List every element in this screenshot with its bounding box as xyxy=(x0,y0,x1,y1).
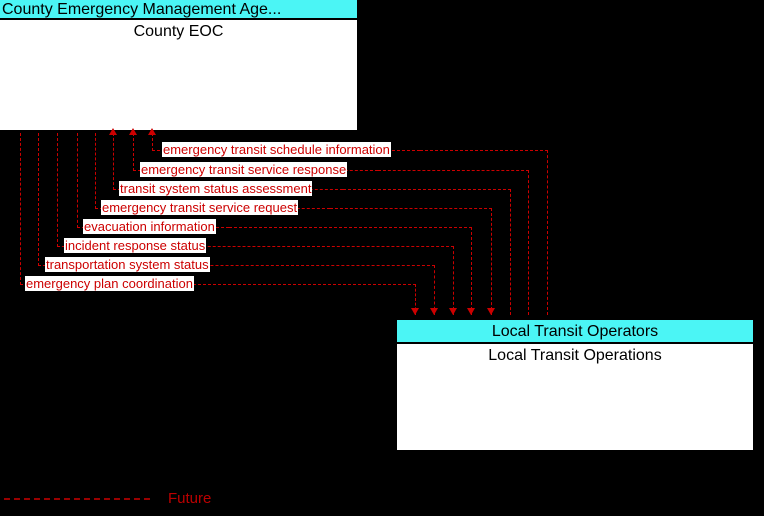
flow-arrow-4-down-icon xyxy=(487,308,495,315)
entity-box-county-eoc[interactable]: County Emergency Management Age... Count… xyxy=(0,0,357,130)
flow-segment-1-left-riser xyxy=(152,133,153,151)
diagram-canvas: County Emergency Management Age... Count… xyxy=(0,0,764,516)
flow-segment-4-horizontal-right xyxy=(330,208,492,209)
legend: Future xyxy=(0,488,764,514)
flow-label-incident-response-status[interactable]: incident response status xyxy=(64,238,207,253)
flow-label-emergency-plan-coordination[interactable]: emergency plan coordination xyxy=(25,276,194,291)
legend-dashed-line-icon xyxy=(4,498,150,500)
flow-segment-4-right-drop xyxy=(491,208,492,315)
entity-element-local-transit: Local Transit Operations xyxy=(488,347,662,364)
flow-segment-6-right-drop xyxy=(453,246,454,315)
flow-arrow-8-down-icon xyxy=(411,308,419,315)
flow-label-emergency-transit-service-request[interactable]: emergency transit service request xyxy=(101,200,299,215)
flow-arrow-3-up-icon xyxy=(109,128,117,135)
flow-arrow-2-up-icon xyxy=(129,128,137,135)
flow-label-emergency-transit-schedule-information[interactable]: emergency transit schedule information xyxy=(162,142,391,157)
legend-label-future: Future xyxy=(168,490,212,507)
flow-segment-5-horizontal-right xyxy=(229,227,472,228)
entity-stakeholder-local-transit: Local Transit Operators xyxy=(397,320,753,344)
flow-segment-2-horizontal-right xyxy=(378,170,529,171)
flow-arrow-6-down-icon xyxy=(449,308,457,315)
flow-segment-4-left-riser xyxy=(95,133,96,209)
flow-segment-2-right-drop xyxy=(528,170,529,315)
flow-label-emergency-transit-service-response[interactable]: emergency transit service response xyxy=(140,162,348,177)
flow-arrow-1-up-icon xyxy=(148,128,156,135)
flow-segment-5-right-drop xyxy=(471,227,472,315)
flow-segment-3-right-drop xyxy=(510,189,511,315)
flow-label-transportation-system-status[interactable]: transportation system status xyxy=(45,257,210,272)
flow-arrow-7-down-icon xyxy=(430,308,438,315)
flow-segment-7-left-riser xyxy=(38,133,39,266)
flow-segment-1-horizontal-right xyxy=(420,150,548,151)
flow-label-transit-system-status-assessment[interactable]: transit system status assessment xyxy=(119,181,313,196)
flow-segment-6-left-riser xyxy=(57,133,58,247)
flow-segment-3-horizontal-right xyxy=(343,189,511,190)
flow-segment-1-right-drop xyxy=(547,150,548,315)
entity-element-county-eoc: County EOC xyxy=(133,23,224,40)
flow-segment-8-left-riser xyxy=(20,133,21,285)
entity-stakeholder-county-eoc: County Emergency Management Age... xyxy=(0,0,357,20)
flow-segment-6-horizontal-right xyxy=(173,246,454,247)
flow-segment-3-left-riser xyxy=(113,133,114,190)
flow-segment-5-left-riser xyxy=(77,133,78,228)
flow-arrow-5-down-icon xyxy=(467,308,475,315)
entity-box-local-transit[interactable]: Local Transit Operators Local Transit Op… xyxy=(397,320,753,450)
flow-segment-2-left-riser xyxy=(133,133,134,171)
flow-label-evacuation-information[interactable]: evacuation information xyxy=(83,219,216,234)
